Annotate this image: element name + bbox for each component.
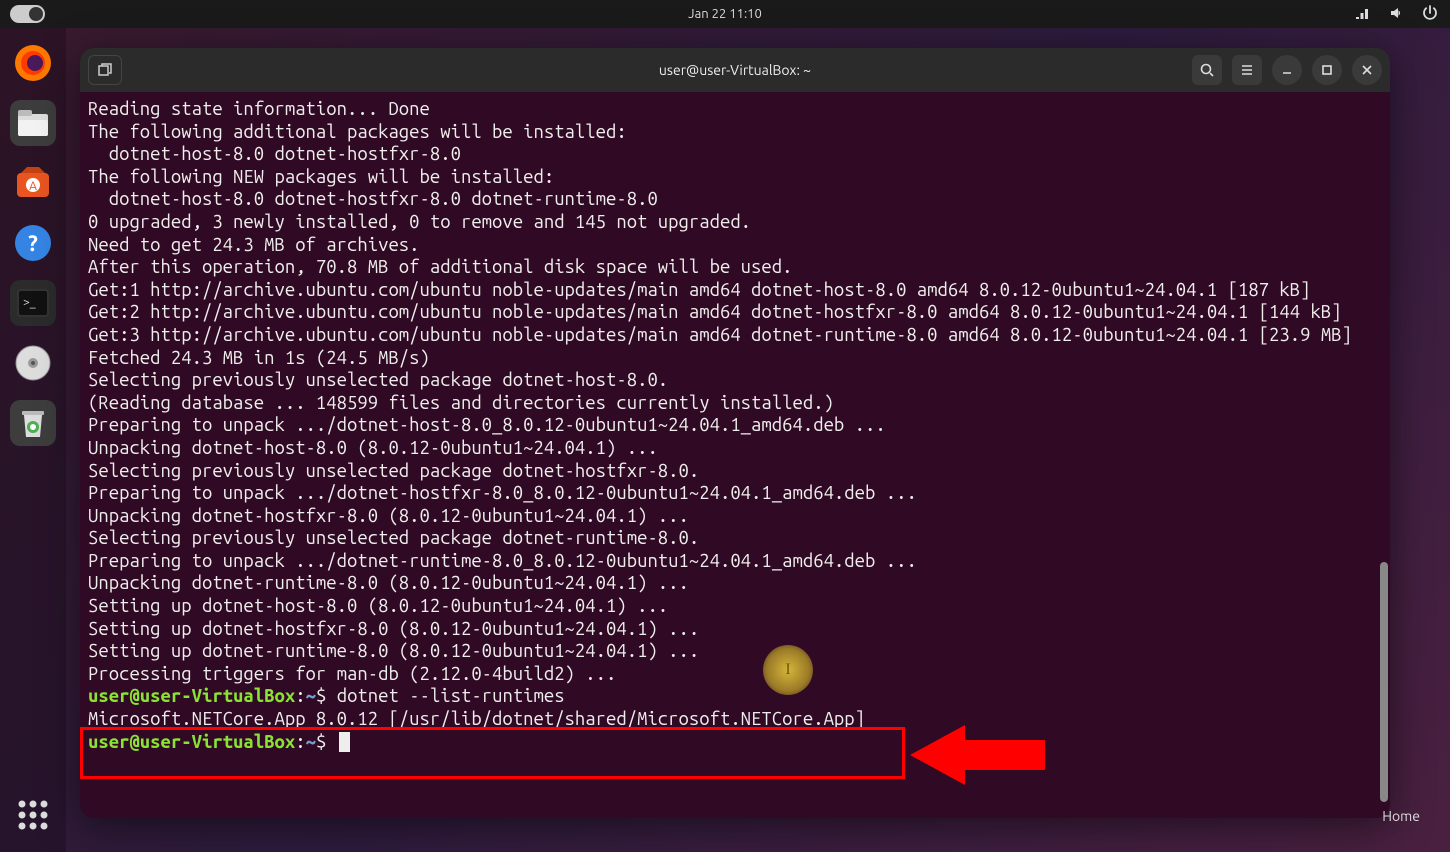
runtime-output: Microsoft.NETCore.App 8.0.12 [/usr/lib/d… [88,709,865,729]
activities-pill[interactable] [10,5,45,23]
dock: A ? >_ [0,28,66,852]
dock-disk[interactable] [10,340,56,386]
system-tray[interactable] [1354,5,1438,24]
desktop-home-label[interactable]: Home [1382,808,1420,824]
power-icon[interactable] [1422,5,1438,24]
dock-trash[interactable] [10,400,56,446]
hamburger-menu[interactable] [1232,55,1262,85]
svg-text:A: A [29,180,37,193]
terminal-output[interactable]: Reading state information... Done The fo… [80,92,1390,818]
network-icon[interactable] [1354,5,1370,24]
minimize-button[interactable] [1272,55,1302,85]
dock-software[interactable]: A [10,160,56,206]
clock[interactable]: Jan 22 11:10 [688,7,762,21]
dock-show-apps[interactable] [10,792,56,838]
prompt-path: ~ [306,686,316,706]
svg-text:?: ? [28,231,38,256]
maximize-button[interactable] [1312,55,1342,85]
close-button[interactable] [1352,55,1382,85]
dock-help[interactable]: ? [10,220,56,266]
cursor [339,732,350,752]
search-button[interactable] [1192,55,1222,85]
activities-corner[interactable] [10,5,45,23]
dock-files[interactable] [10,100,56,146]
scrollbar[interactable] [1380,562,1388,802]
new-tab-button[interactable] [88,55,122,85]
terminal-window: user@user-VirtualBox: ~ Reading state in… [80,48,1390,818]
dock-terminal[interactable]: >_ [10,280,56,326]
terminal-titlebar[interactable]: user@user-VirtualBox: ~ [80,48,1390,92]
gnome-topbar: Jan 22 11:10 [0,0,1450,28]
prompt-user: user@user-VirtualBox [88,686,295,706]
command-text: dotnet --list-runtimes [337,686,565,706]
volume-icon[interactable] [1388,5,1404,24]
svg-text:>_: >_ [23,296,36,309]
dock-firefox[interactable] [10,40,56,86]
